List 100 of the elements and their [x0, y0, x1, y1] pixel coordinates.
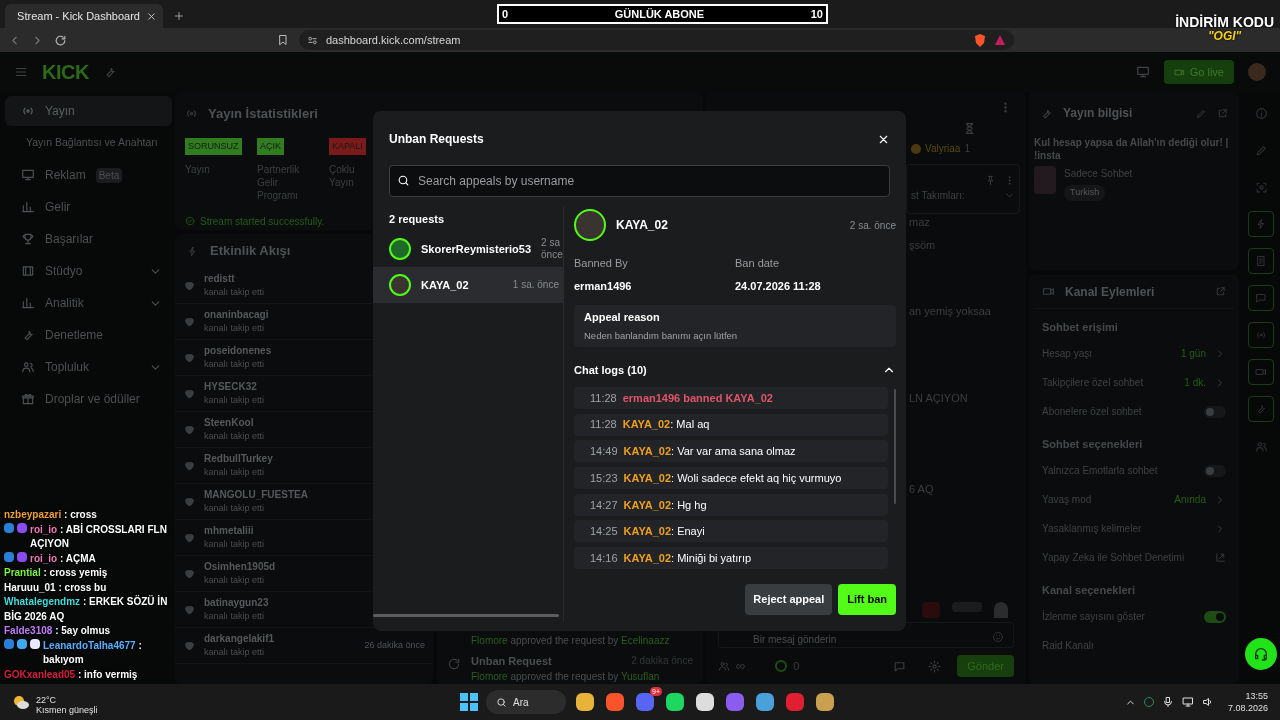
microphone-icon[interactable] [1161, 696, 1174, 708]
volume-icon[interactable] [1201, 696, 1214, 708]
rail-icon[interactable] [1254, 180, 1268, 194]
chat-message: GOKxanlead05 : info vermiş [4, 667, 138, 682]
rail-icon[interactable] [1254, 106, 1268, 120]
menu-item-icon [21, 392, 35, 406]
heart-icon [183, 315, 196, 328]
rail-button[interactable] [1248, 248, 1274, 274]
popout-icon[interactable] [1215, 286, 1226, 297]
toggle-switch[interactable] [1204, 405, 1226, 418]
heart-icon [183, 387, 196, 400]
log-title: Unban Request [471, 653, 552, 669]
event-user: mhmetaliii [204, 524, 254, 539]
clock[interactable]: 13:55 7.08.2026 [1227, 690, 1268, 714]
log-time: 11:28 [590, 417, 617, 433]
event-user: onaninbacagi [204, 308, 269, 323]
rail-button[interactable] [1248, 322, 1274, 348]
windows-start-icon[interactable] [460, 693, 478, 711]
chat-logs-toggle[interactable]: Chat logs (10) [574, 359, 896, 381]
site-settings-icon[interactable] [307, 34, 318, 46]
field-label: Ban date [735, 256, 781, 271]
scrollbar[interactable] [373, 614, 559, 617]
rail-button[interactable] [1248, 396, 1274, 422]
scrollbar[interactable] [894, 389, 896, 504]
heart-icon [183, 639, 196, 652]
stream-title: Kul hesap yapsa da Allah'ın dediği olur! | !insta [1034, 136, 1230, 162]
language-tag: Turkish [1064, 185, 1106, 201]
chat-input[interactable]: Bir mesaj gönderin [718, 622, 1014, 648]
sidebar-item[interactable]: Gelir [5, 192, 172, 222]
history-icon [447, 656, 461, 671]
emoji-icon[interactable] [992, 631, 1004, 643]
app-icon[interactable] [756, 693, 774, 711]
reload-icon[interactable] [54, 33, 67, 47]
badge-icon [911, 143, 921, 154]
support-button[interactable] [1245, 638, 1277, 670]
chat-log-message: KAYA_02: Woli sadece efekt aq hiç vurmuyo [623, 470, 842, 486]
appeal-reason-card: Appeal reason Neden banlandım banımı açın lütfen [574, 305, 896, 347]
menu-icon[interactable] [14, 65, 28, 79]
monitor-icon[interactable] [1135, 65, 1150, 79]
sidebar-item[interactable]: Denetleme [5, 320, 172, 350]
event-text: kanalı takip etti [204, 430, 265, 444]
app-icon[interactable] [666, 693, 684, 711]
chat-badge-icon [17, 522, 27, 533]
app-icon[interactable] [696, 693, 714, 711]
sidebar-item[interactable]: Yayın Bağlantısı ve Anahtarı [5, 128, 172, 158]
sidebar-item[interactable]: Yayın [5, 96, 172, 126]
log-time: 14:25 [590, 524, 618, 540]
browser-tab[interactable]: Stream - Kick Dashboard [5, 4, 163, 28]
close-icon[interactable] [146, 10, 157, 22]
heart-icon [183, 603, 196, 616]
rail-icon [1255, 403, 1267, 415]
bookmark-icon[interactable] [277, 34, 289, 46]
toggle-switch[interactable] [1204, 610, 1226, 623]
edit-icon[interactable] [1196, 107, 1207, 119]
reject-appeal-button[interactable]: Reject appeal [745, 584, 833, 615]
weather-icon[interactable] [12, 694, 30, 710]
search-field[interactable]: Search appeals by username [389, 165, 890, 197]
rail-button[interactable] [1248, 211, 1274, 237]
sidebar-item[interactable]: Stüdyo [5, 256, 172, 286]
rail-button[interactable] [1248, 285, 1274, 311]
log-time: 14:27 [590, 497, 618, 513]
toggle-switch[interactable] [1204, 464, 1226, 477]
chat-badge-icon [17, 638, 27, 649]
app-icon[interactable] [816, 693, 834, 711]
hourglass-icon[interactable] [963, 122, 976, 135]
sidebar-item[interactable]: Analitik [5, 288, 172, 318]
rail-icon[interactable] [1254, 143, 1268, 157]
chat-icon[interactable] [893, 659, 907, 673]
event-user: redistt [204, 272, 235, 287]
pin-icon[interactable] [985, 175, 996, 186]
chat-log-message: KAYA_02: Miniği bi yatırıp [623, 550, 752, 566]
sidebar-item[interactable]: Topluluk [5, 352, 172, 382]
event-text: kanalı takip etti [204, 466, 265, 480]
menu-item-icon [21, 296, 35, 310]
rail-icon [1255, 292, 1267, 304]
avatar[interactable] [1248, 63, 1266, 81]
settings-icon[interactable] [928, 659, 942, 673]
rail-button[interactable] [1248, 359, 1274, 385]
menu-item-icon [21, 264, 35, 278]
weather-description: Kısmen güneşli [36, 705, 98, 715]
log-detail: Flomore approved the request by Yusuflan [471, 671, 661, 683]
event-text: kanalı takip etti [204, 538, 265, 552]
appeal-list-item[interactable]: KAYA_02 1 sa. önce [373, 267, 563, 303]
address-bar[interactable]: dashboard.kick.com/stream [299, 30, 1014, 50]
new-tab-icon[interactable] [173, 10, 185, 22]
heart-icon [183, 459, 196, 472]
kick-logo[interactable]: KICK [42, 57, 89, 87]
taskbar-search[interactable]: Ara [486, 690, 566, 714]
event-user: SteenKool [204, 416, 254, 431]
status-badge: AÇIK [257, 137, 284, 155]
sidebar-item[interactable]: Başarılar [5, 224, 172, 254]
external-link-icon [1215, 552, 1226, 563]
popout-icon[interactable] [1217, 107, 1228, 119]
dialog-title: Unban Requests [389, 131, 484, 148]
lift-ban-button[interactable]: Lift ban [838, 584, 896, 615]
app-icon[interactable] [576, 693, 594, 711]
rail-icon[interactable] [1254, 439, 1268, 453]
sidebar-item[interactable]: Droplar ve ödüller [5, 384, 172, 414]
app-icon[interactable] [606, 693, 624, 711]
triangle-icon[interactable] [994, 34, 1006, 46]
